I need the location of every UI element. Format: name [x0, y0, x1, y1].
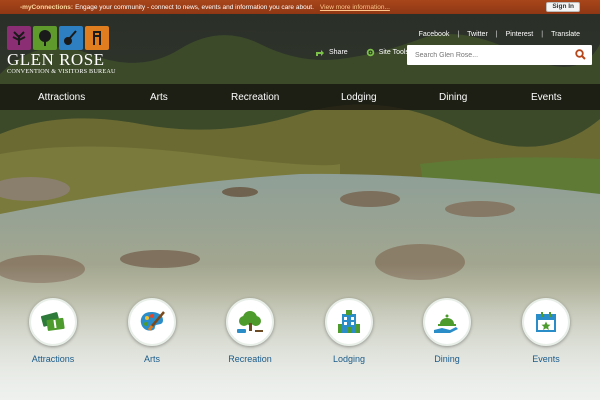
hotel-icon — [338, 310, 360, 333]
myconnections-banner: -myConnections: Engage your community - … — [0, 0, 600, 14]
site-tools-label: Site Tools — [378, 49, 409, 56]
gear-icon — [366, 48, 374, 57]
logo-subtitle: CONVENTION & VISITORS BUREAU — [7, 68, 116, 75]
nav-events[interactable]: Events — [531, 92, 562, 103]
cloche-icon — [434, 314, 458, 333]
calendar-icon — [536, 312, 556, 332]
divider: | — [457, 31, 460, 38]
category-circle — [325, 298, 373, 346]
sign-in-button[interactable]: Sign In — [546, 2, 580, 12]
translate-link[interactable]: Translate — [551, 31, 580, 38]
tickets-icon — [40, 312, 65, 331]
logo-tile-guitar-icon — [59, 26, 83, 50]
banner-brand: -myConnections: — [20, 3, 74, 11]
category-label: Recreation — [228, 354, 272, 364]
category-circle — [226, 298, 274, 346]
banner-more-link[interactable]: View more information... — [320, 4, 390, 11]
main-nav: Attractions Arts Recreation Lodging Dini… — [0, 84, 600, 110]
category-circle — [423, 298, 471, 346]
category-label: Lodging — [332, 354, 366, 364]
logo-tile-tree-icon — [33, 26, 57, 50]
category-events[interactable]: Events — [511, 298, 581, 364]
social-links: Facebook | Twitter | Pinterest | Transla… — [419, 31, 580, 38]
category-dining[interactable]: Dining — [412, 298, 482, 364]
twitter-link[interactable]: Twitter — [467, 31, 488, 38]
nav-dining[interactable]: Dining — [439, 92, 467, 103]
category-lodging[interactable]: Lodging — [314, 298, 384, 364]
palette-icon — [140, 311, 165, 331]
category-attractions[interactable]: Attractions — [18, 298, 88, 364]
nav-attractions[interactable]: Attractions — [38, 92, 85, 103]
share-button[interactable]: Share — [315, 48, 348, 57]
logo-tiles — [7, 26, 117, 50]
search-box — [407, 45, 592, 65]
header-tools: Share Site Tools — [315, 48, 409, 57]
nav-recreation[interactable]: Recreation — [231, 92, 279, 103]
divider: | — [541, 31, 544, 38]
facebook-link[interactable]: Facebook — [419, 31, 450, 38]
category-shortcuts: Attractions Arts Recreation Lodging Dini… — [0, 298, 600, 378]
pinterest-link[interactable]: Pinterest — [506, 31, 534, 38]
logo-tile-giraffe-icon — [85, 26, 109, 50]
category-arts[interactable]: Arts — [117, 298, 187, 364]
share-label: Share — [329, 49, 348, 56]
banner-message: Engage your community - connect to news,… — [75, 3, 314, 11]
logo-title: GLEN ROSE — [7, 50, 105, 69]
category-label: Attractions — [31, 354, 75, 364]
nav-arts[interactable]: Arts — [150, 92, 168, 103]
category-label: Dining — [434, 354, 460, 364]
site-logo[interactable]: GLEN ROSE CONVENTION & VISITORS BUREAU — [7, 26, 117, 82]
category-circle — [29, 298, 77, 346]
category-label: Events — [532, 354, 560, 364]
logo-tile-plant-icon — [7, 26, 31, 50]
tree-icon — [237, 311, 263, 333]
category-label: Arts — [143, 354, 160, 364]
search-icon[interactable] — [575, 49, 586, 60]
category-circle — [522, 298, 570, 346]
search-input[interactable] — [407, 51, 567, 59]
category-recreation[interactable]: Recreation — [215, 298, 285, 364]
site-tools-button[interactable]: Site Tools — [366, 48, 409, 57]
divider: | — [495, 31, 498, 38]
category-circle — [128, 298, 176, 346]
share-icon — [316, 50, 324, 56]
nav-lodging[interactable]: Lodging — [341, 92, 377, 103]
